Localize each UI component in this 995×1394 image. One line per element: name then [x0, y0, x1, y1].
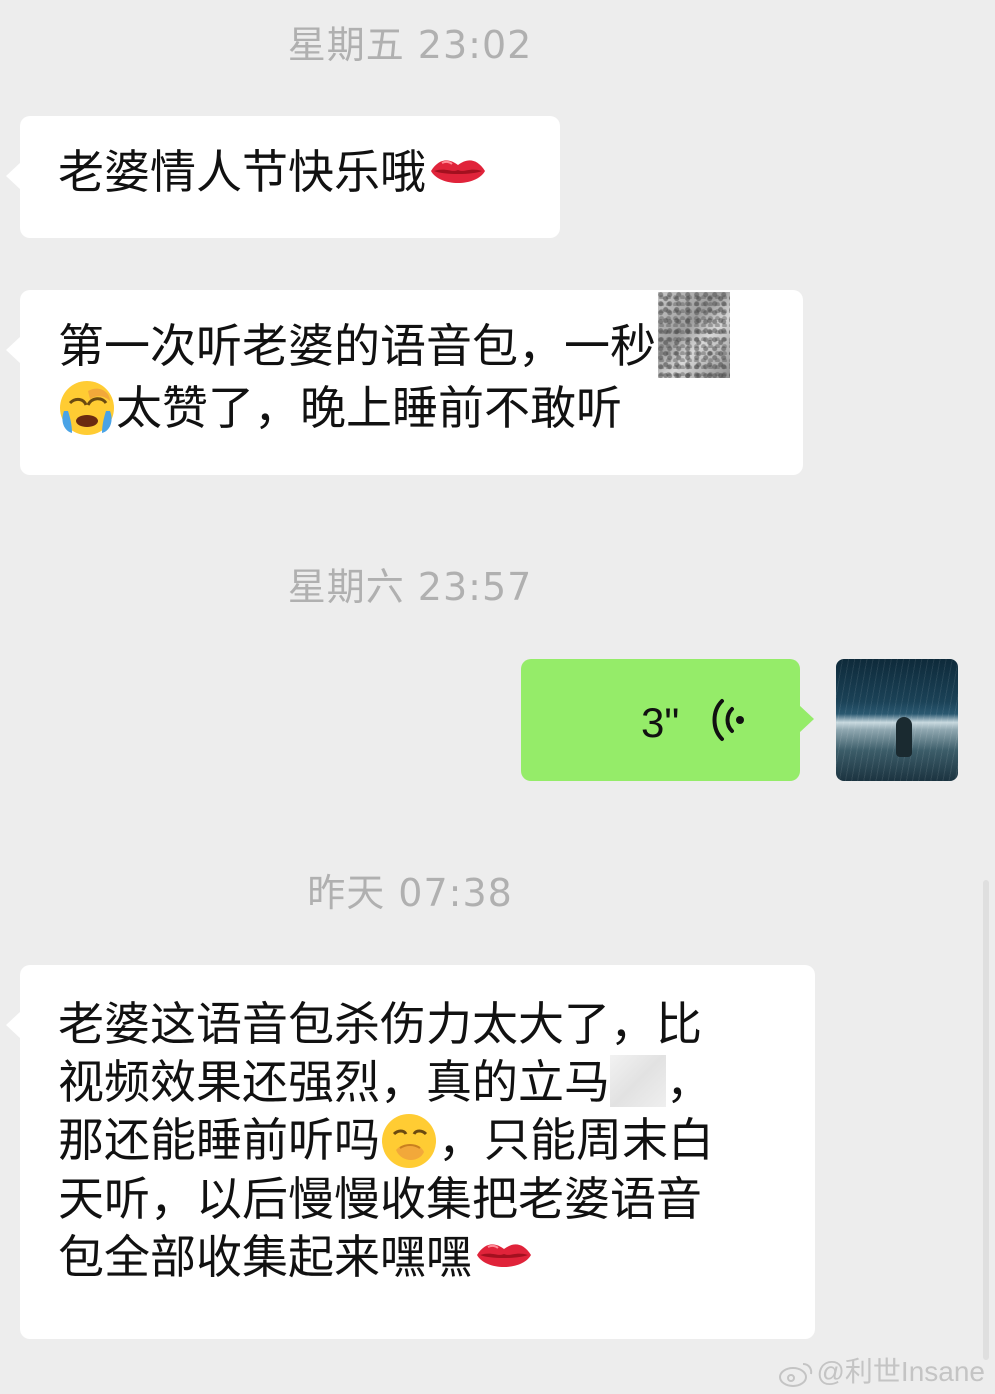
voice-duration: 3" [641, 699, 680, 746]
message-text-line: 那还能睡前听吗 [58, 1113, 380, 1167]
message-bubble-1[interactable]: 老婆情人节快乐哦 [6, 116, 560, 238]
message-bubble-3[interactable]: 老婆这语音包杀伤力太大了，比 视频效果还强烈，真的立马 ， 那还能睡前听吗 ，只能… [6, 965, 815, 1339]
avatar-figure [896, 717, 912, 757]
message-text-line: 老婆这语音包杀伤力太大了，比 [58, 997, 702, 1051]
scrollbar[interactable] [983, 880, 989, 1360]
kiss-mark-icon [474, 1237, 534, 1277]
kiss-mark-icon [428, 153, 488, 193]
message-bubble-2[interactable]: 第一次听老婆的语音包，一秒 太赞了，晚上睡前不敢听 [6, 290, 803, 475]
sticker-image [658, 291, 730, 378]
face-hand-over-mouth-icon [380, 1112, 438, 1170]
message-text-line: 太赞了，晚上睡前不敢听 [116, 380, 622, 435]
message-text: 老婆情人节快乐哦 [58, 145, 426, 199]
weibo-icon [778, 1361, 813, 1387]
watermark-text: @利世Insane [816, 1356, 986, 1387]
timestamp-yesterday: 昨天 07:38 [307, 871, 513, 915]
user-avatar[interactable] [836, 659, 958, 781]
message-text-line: 天听，以后慢慢收集把老婆语音 [58, 1171, 702, 1226]
voice-wave-icon [710, 697, 750, 743]
timestamp-friday: 星期五 23:02 [287, 23, 533, 67]
message-text-line: 包全部收集起来嘿嘿 [58, 1229, 472, 1284]
voice-message-bubble[interactable]: 3" [521, 659, 814, 781]
message-text-line: ，只能周末白 [438, 1113, 714, 1167]
sticker-image [610, 1054, 666, 1107]
timestamp-saturday: 星期六 23:57 [287, 565, 533, 609]
message-text-line: 第一次听老婆的语音包，一秒 [58, 319, 656, 373]
watermark: @利世Insane [778, 1350, 986, 1390]
message-text-line: 视频效果还强烈，真的立马 [58, 1055, 610, 1109]
face-with-tears-icon [58, 379, 116, 437]
message-text-line: ， [666, 1055, 712, 1109]
